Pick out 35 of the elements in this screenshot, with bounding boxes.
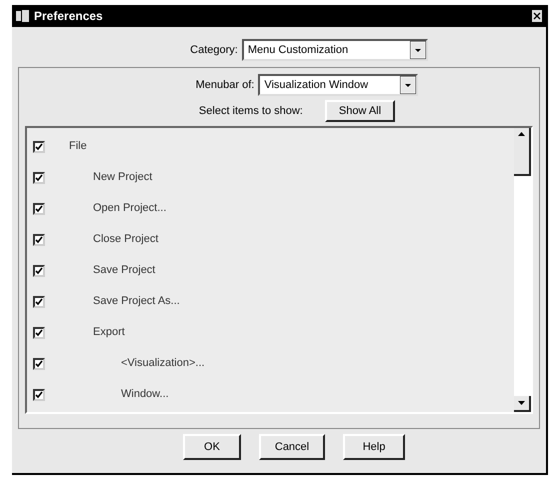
field-label: Menubar of: (196, 78, 254, 93)
checkbox[interactable] (33, 358, 45, 370)
dropdown-arrow-icon (400, 76, 416, 94)
window-icon (16, 10, 30, 22)
menu-item-label: Export (93, 325, 125, 340)
menu-item-label: Open Project... (93, 201, 166, 216)
checkbox[interactable] (33, 234, 45, 246)
checkbox[interactable] (33, 326, 45, 338)
dropdown-arrow-icon (410, 41, 426, 59)
menubar-dropdown[interactable]: Visualization Window (258, 74, 418, 96)
category-dropdown[interactable]: Menu Customization (242, 39, 428, 61)
checkbox[interactable] (33, 264, 45, 276)
window-title: Preferences (34, 8, 103, 25)
menu-item-label: New Project (93, 170, 152, 186)
close-icon[interactable] (532, 10, 542, 22)
menu-item-label: File (69, 139, 87, 154)
instruction-text: Select items to show: (198, 104, 303, 119)
show-all-button[interactable]: Show All (324, 100, 396, 122)
checkbox[interactable] (33, 172, 45, 184)
menu-item-label: Window... (121, 387, 169, 402)
menu-item-label: <Visualization>... (121, 356, 205, 372)
scroll-up-icon[interactable] (518, 132, 525, 136)
dialog-button[interactable]: Cancel (259, 434, 325, 460)
checkbox[interactable] (33, 202, 45, 214)
field-label: Category: (190, 42, 238, 58)
dialog-button[interactable]: Help (343, 434, 405, 460)
scroll-down-icon[interactable] (518, 401, 525, 405)
checkbox[interactable] (33, 388, 45, 400)
menu-item-label: Save Project As... (93, 294, 180, 310)
menu-item-label: Close Project (93, 232, 158, 248)
scrollbar[interactable] (514, 128, 531, 412)
checkbox[interactable] (33, 296, 45, 308)
checkbox[interactable] (33, 140, 45, 152)
menu-item-label: Save Project (93, 263, 156, 278)
dialog-button[interactable]: OK (183, 434, 241, 460)
